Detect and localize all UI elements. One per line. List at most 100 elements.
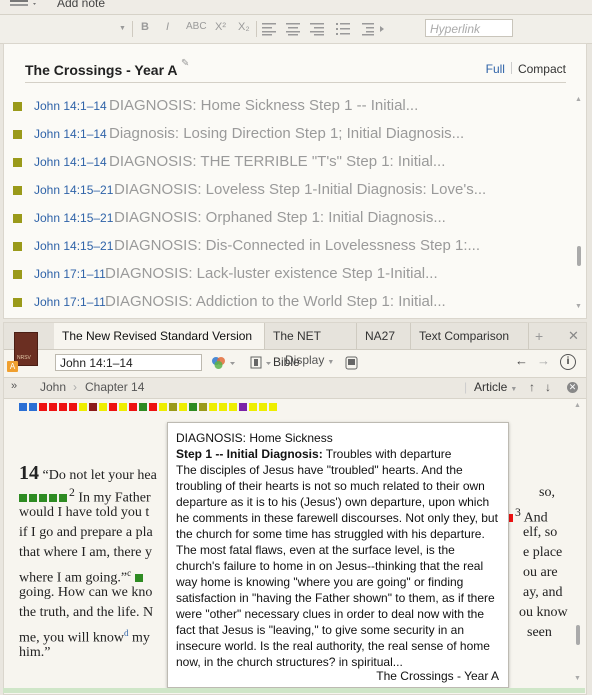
- notes-panel: The Crossings - Year A ✎ Full Compact Joh…: [3, 43, 587, 319]
- scripture-line[interactable]: the truth, and the life. N: [19, 603, 153, 623]
- verse-number: 3: [515, 506, 521, 519]
- list-item[interactable]: John 14:15–21 DIAGNOSIS: Dis-Connected in…: [4, 232, 574, 260]
- article-dropdown[interactable]: Article ▼: [474, 380, 517, 394]
- format-toolbar: ▼ B I ABC X² X₂ Hyperlink: [0, 15, 592, 44]
- note-reference[interactable]: John 14:15–21: [34, 232, 113, 260]
- divider: |: [464, 380, 468, 394]
- scroll-up-icon[interactable]: ▲: [574, 402, 581, 409]
- subscript-button[interactable]: X₂: [238, 21, 250, 33]
- display-menu[interactable]: Display ▼: [285, 353, 334, 367]
- scripture-line[interactable]: him.”: [19, 643, 51, 663]
- tab-net-bible[interactable]: The NET Bible: [265, 323, 357, 369]
- note-reference[interactable]: John 14:1–14: [34, 92, 107, 120]
- list-menu-icon[interactable]: [6, 0, 38, 11]
- note-marker-icon: [13, 158, 22, 167]
- scroll-up-arrow-icon[interactable]: ↑: [529, 380, 535, 394]
- tab-na27[interactable]: NA27: [357, 323, 411, 349]
- list-item[interactable]: John 14:1–14 DIAGNOSIS: THE TERRIBLE "T's…: [4, 148, 574, 176]
- top-toolbar: Add note: [0, 0, 592, 15]
- bottom-highlight-strip: [3, 688, 585, 693]
- add-note-button[interactable]: Add note: [57, 0, 105, 10]
- scripture-line-tail[interactable]: ou are: [523, 563, 558, 583]
- parallel-resources-icon[interactable]: [250, 356, 276, 370]
- note-reference[interactable]: John 17:1–11: [34, 260, 106, 288]
- tab-text-comparison[interactable]: Text Comparison: [411, 323, 529, 349]
- tab-nrsv[interactable]: The New Revised Standard Version: [54, 323, 265, 349]
- font-dropdown-icon[interactable]: ▼: [119, 25, 126, 32]
- list-item[interactable]: John 14:1–14 Diagnosis: Losing Direction …: [4, 120, 574, 148]
- scripture-line-tail[interactable]: ay, and: [523, 583, 563, 603]
- popup-body: The disciples of Jesus have "troubled" h…: [176, 463, 498, 669]
- smallcaps-button[interactable]: ABC: [186, 21, 207, 32]
- breadcrumb-book[interactable]: John: [40, 380, 66, 394]
- notes-scrollbar[interactable]: ▲ ▼: [575, 96, 583, 310]
- expand-icon[interactable]: »: [11, 380, 17, 392]
- list-item[interactable]: John 14:1–14 DIAGNOSIS: Home Sickness Ste…: [4, 92, 574, 120]
- popup-source[interactable]: The Crossings - Year A: [376, 668, 499, 684]
- note-list: John 14:1–14 DIAGNOSIS: Home Sickness Ste…: [4, 92, 574, 316]
- breadcrumb-chapter[interactable]: Chapter 14: [85, 380, 144, 394]
- footnote-marker[interactable]: d: [124, 628, 129, 638]
- bold-button[interactable]: B: [141, 21, 149, 33]
- italic-button[interactable]: I: [166, 21, 169, 33]
- hyperlink-input[interactable]: Hyperlink: [425, 19, 513, 37]
- bible-scrollbar[interactable]: ▲ ▼: [574, 402, 582, 682]
- edit-pencil-icon[interactable]: ✎: [181, 58, 189, 69]
- scripture-line-tail[interactable]: seen: [527, 623, 552, 643]
- note-reference[interactable]: John 14:1–14: [34, 120, 107, 148]
- reference-input[interactable]: John 14:1–14: [55, 354, 202, 371]
- clear-icon[interactable]: ✕: [567, 382, 578, 393]
- scripture-line-tail[interactable]: elf, so: [523, 523, 557, 543]
- display-label: Display: [285, 353, 325, 367]
- breadcrumb: » John › Chapter 14 | Article ▼ ↑ ↓ ✕: [4, 377, 586, 399]
- note-marker-icon: [13, 130, 22, 139]
- note-marker-icon: [13, 298, 22, 307]
- scripture-line[interactable]: that where I am, there y: [19, 543, 152, 563]
- scripture-line-tail[interactable]: ou know: [519, 603, 568, 623]
- scripture-line-tail[interactable]: e place: [523, 543, 562, 563]
- popup-step-text: Troubles with departure: [322, 447, 452, 461]
- view-compact-link[interactable]: Compact: [518, 62, 566, 76]
- info-icon[interactable]: i: [560, 354, 576, 370]
- scripture-line-tail[interactable]: so,: [539, 483, 555, 503]
- scroll-thumb[interactable]: [577, 246, 581, 266]
- forward-arrow-icon[interactable]: →: [537, 353, 550, 368]
- scroll-thumb[interactable]: [576, 625, 580, 645]
- list-item[interactable]: John 14:15–21 DIAGNOSIS: Loveless Step 1-…: [4, 176, 574, 204]
- scripture-line[interactable]: going. How can we kno: [19, 583, 152, 603]
- notes-panel-title: The Crossings - Year A: [25, 62, 178, 78]
- add-tab-icon[interactable]: +: [535, 328, 543, 344]
- a-badge-icon: A: [7, 361, 18, 372]
- scripture-line[interactable]: if I go and prepare a pla: [19, 523, 153, 543]
- scripture-line[interactable]: would I have told you t: [19, 503, 149, 523]
- note-marker-icon: [13, 186, 22, 195]
- alignment-icons[interactable]: [262, 22, 392, 36]
- list-item[interactable]: John 17:1–11 DIAGNOSIS: Addiction to the …: [4, 288, 574, 316]
- footnote-marker[interactable]: c: [127, 568, 131, 578]
- view-full-link[interactable]: Full: [486, 62, 505, 76]
- note-reference[interactable]: John 14:15–21: [34, 176, 113, 204]
- list-item[interactable]: John 14:15–21 DIAGNOSIS: Orphaned Step 1:…: [4, 204, 574, 232]
- scroll-down-arrow-icon[interactable]: ↓: [545, 380, 551, 394]
- scroll-up-icon[interactable]: ▲: [575, 96, 582, 103]
- book-label: NRSV: [17, 355, 31, 361]
- scroll-down-icon[interactable]: ▼: [574, 675, 581, 682]
- scripture-line[interactable]: “Do not let your hea: [43, 468, 157, 483]
- visual-filter-icon[interactable]: [211, 356, 237, 370]
- note-reference[interactable]: John 17:1–11: [34, 288, 106, 316]
- popup-heading: DIAGNOSIS: Home Sickness: [176, 431, 333, 445]
- note-reference[interactable]: John 14:1–14: [34, 148, 107, 176]
- tab-bar: The New Revised Standard Version The NET…: [4, 323, 586, 369]
- scripture-line[interactable]: my: [132, 631, 150, 646]
- close-icon[interactable]: ✕: [568, 328, 579, 344]
- note-reference[interactable]: John 14:15–21: [34, 204, 113, 232]
- popup-step-label: Step 1 -- Initial Diagnosis:: [176, 447, 323, 461]
- note-marker-icon: [13, 270, 22, 279]
- notes-toggle-icon[interactable]: [345, 356, 359, 370]
- scroll-down-icon[interactable]: ▼: [575, 303, 582, 310]
- note-popup[interactable]: DIAGNOSIS: Home Sickness Step 1 -- Initi…: [167, 422, 509, 688]
- article-label: Article: [474, 380, 508, 394]
- back-arrow-icon[interactable]: ←: [515, 353, 528, 368]
- superscript-button[interactable]: X²: [215, 21, 226, 33]
- list-item[interactable]: John 17:1–11 DIAGNOSIS: Lack-luster exist…: [4, 260, 574, 288]
